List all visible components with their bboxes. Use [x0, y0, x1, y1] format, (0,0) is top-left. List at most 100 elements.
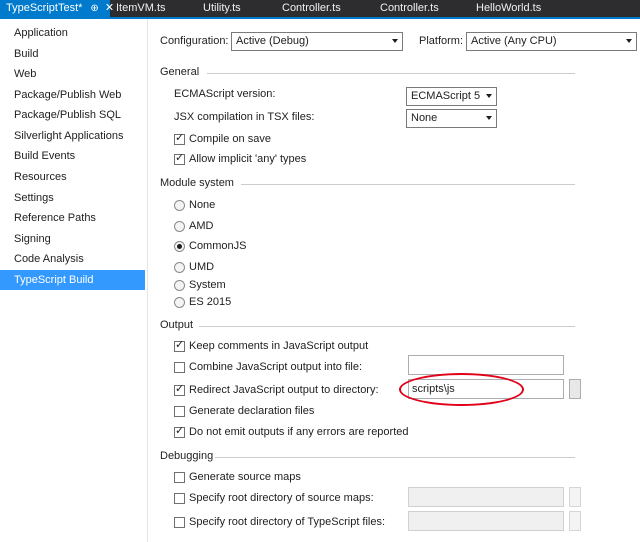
tab-label: ItemVM.ts: [116, 2, 166, 14]
allow-implicit-any-label: Allow implicit 'any' types: [189, 153, 307, 165]
module-none-label: None: [189, 199, 216, 211]
compile-on-save-checkbox[interactable]: ✓: [174, 132, 185, 145]
sidebar-item-signing[interactable]: Signing: [0, 229, 145, 249]
sidebar-item-build-events[interactable]: Build Events: [0, 146, 145, 166]
sidebar-item-label: Code Analysis: [14, 253, 84, 265]
typescript-root-checkbox[interactable]: [174, 517, 185, 528]
typescript-build-settings: Configuration: Active (Debug) Platform: …: [149, 19, 640, 542]
sidebar-item-application[interactable]: Application: [0, 23, 145, 43]
check-mark-icon: ✓: [175, 425, 185, 437]
sidebar-item-package-publish-web[interactable]: Package/Publish Web: [0, 85, 145, 105]
redirect-output-label: Redirect JavaScript output to directory:: [189, 384, 379, 396]
source-map-root-input[interactable]: [408, 487, 564, 507]
browse-directory-button[interactable]: [569, 379, 581, 399]
module-umd-radio[interactable]: [174, 262, 185, 273]
sidebar-item-label: Settings: [14, 192, 54, 204]
jsx-compilation-value: None: [411, 112, 438, 124]
sidebar-item-settings[interactable]: Settings: [0, 188, 145, 208]
jsx-compilation-dropdown[interactable]: None: [406, 109, 497, 128]
tab-label: TypeScriptTest*: [6, 2, 83, 14]
allow-implicit-any-checkbox[interactable]: ✓: [174, 152, 185, 165]
section-title-output: Output: [160, 319, 194, 331]
chevron-down-icon: [392, 39, 398, 43]
configuration-dropdown[interactable]: Active (Debug): [231, 32, 403, 51]
sidebar-item-label: Reference Paths: [14, 212, 96, 224]
no-emit-on-error-label: Do not emit outputs if any errors are re…: [189, 426, 409, 438]
module-system-radio[interactable]: [174, 280, 185, 291]
combine-output-file-input[interactable]: [408, 355, 564, 375]
tab-utility[interactable]: Utility.ts: [197, 0, 277, 17]
check-mark-icon: ✓: [175, 132, 185, 144]
sidebar-item-label: Silverlight Applications: [14, 130, 124, 142]
platform-value: Active (Any CPU): [471, 35, 557, 47]
sidebar-item-label: Web: [14, 68, 37, 80]
combine-output-checkbox[interactable]: [174, 362, 185, 373]
tab-controller-2[interactable]: Controller.ts: [374, 0, 464, 17]
sidebar-item-code-analysis[interactable]: Code Analysis: [0, 249, 145, 269]
sidebar-item-label: Package/Publish SQL: [14, 109, 122, 121]
module-none-radio[interactable]: [174, 200, 185, 211]
annotation-ellipse: [399, 373, 524, 406]
check-mark-icon: ✓: [175, 339, 185, 351]
tab-label: HelloWorld.ts: [476, 2, 542, 14]
check-mark-icon: ✓: [175, 152, 185, 164]
check-mark-icon: ✓: [175, 383, 185, 395]
generate-source-maps-checkbox[interactable]: [174, 472, 185, 483]
typescript-root-input[interactable]: [408, 511, 564, 531]
module-commonjs-label: CommonJS: [189, 240, 247, 252]
module-es2015-radio[interactable]: [174, 297, 185, 308]
sidebar-item-label: TypeScript Build: [14, 274, 94, 286]
section-divider: [207, 73, 575, 74]
tab-typescripttest[interactable]: TypeScriptTest* ⊕ ✕: [0, 0, 114, 17]
typescript-root-label: Specify root directory of TypeScript fil…: [189, 516, 386, 528]
sidebar-item-package-publish-sql[interactable]: Package/Publish SQL: [0, 105, 145, 125]
ecmascript-version-dropdown[interactable]: ECMAScript 5: [406, 87, 497, 106]
section-title-module-system: Module system: [160, 177, 234, 189]
platform-dropdown[interactable]: Active (Any CPU): [466, 32, 637, 51]
sidebar-item-label: Package/Publish Web: [14, 89, 122, 101]
configuration-value: Active (Debug): [236, 35, 309, 47]
keep-comments-label: Keep comments in JavaScript output: [189, 340, 369, 352]
module-commonjs-radio[interactable]: [174, 241, 185, 252]
redirect-output-checkbox[interactable]: ✓: [174, 383, 185, 396]
section-divider: [199, 326, 575, 327]
sidebar-item-label: Signing: [14, 233, 51, 245]
no-emit-on-error-checkbox[interactable]: ✓: [174, 425, 185, 438]
sidebar-item-label: Build Events: [14, 150, 76, 162]
module-amd-radio[interactable]: [174, 221, 185, 232]
sidebar-item-web[interactable]: Web: [0, 64, 145, 84]
project-properties-nav: Application Build Web Package/Publish We…: [0, 19, 148, 542]
radio-selected-dot: [177, 244, 182, 249]
pin-icon[interactable]: ⊕: [90, 0, 98, 17]
generate-declarations-checkbox[interactable]: [174, 406, 185, 417]
jsx-compilation-label: JSX compilation in TSX files:: [174, 111, 315, 123]
module-umd-label: UMD: [189, 261, 215, 273]
module-system-label: System: [189, 279, 226, 291]
module-amd-label: AMD: [189, 220, 214, 232]
section-divider: [215, 457, 575, 458]
sidebar-item-resources[interactable]: Resources: [0, 167, 145, 187]
sidebar-item-build[interactable]: Build: [0, 44, 145, 64]
chevron-down-icon: [626, 39, 632, 43]
section-title-debugging: Debugging: [160, 450, 214, 462]
section-divider: [241, 184, 575, 185]
chevron-down-icon: [486, 116, 492, 120]
browse-typescript-root-button[interactable]: [569, 511, 581, 531]
chevron-down-icon: [486, 94, 492, 98]
source-map-root-label: Specify root directory of source maps:: [189, 492, 374, 504]
ecmascript-version-value: ECMAScript 5: [411, 90, 481, 102]
tab-itemvm[interactable]: ItemVM.ts: [110, 0, 190, 17]
tab-helloworld[interactable]: HelloWorld.ts: [470, 0, 570, 17]
source-map-root-checkbox[interactable]: [174, 493, 185, 504]
combine-output-label: Combine JavaScript output into file:: [189, 361, 363, 373]
sidebar-item-typescript-build[interactable]: TypeScript Build: [0, 270, 145, 290]
sidebar-item-reference-paths[interactable]: Reference Paths: [0, 208, 145, 228]
browse-source-map-root-button[interactable]: [569, 487, 581, 507]
tab-controller-1[interactable]: Controller.ts: [276, 0, 366, 17]
tab-label: Utility.ts: [203, 2, 241, 14]
sidebar-item-label: Application: [14, 27, 68, 39]
keep-comments-checkbox[interactable]: ✓: [174, 339, 185, 352]
sidebar-item-silverlight-applications[interactable]: Silverlight Applications: [0, 126, 145, 146]
sidebar-item-label: Resources: [14, 171, 67, 183]
tab-label: Controller.ts: [282, 2, 341, 14]
